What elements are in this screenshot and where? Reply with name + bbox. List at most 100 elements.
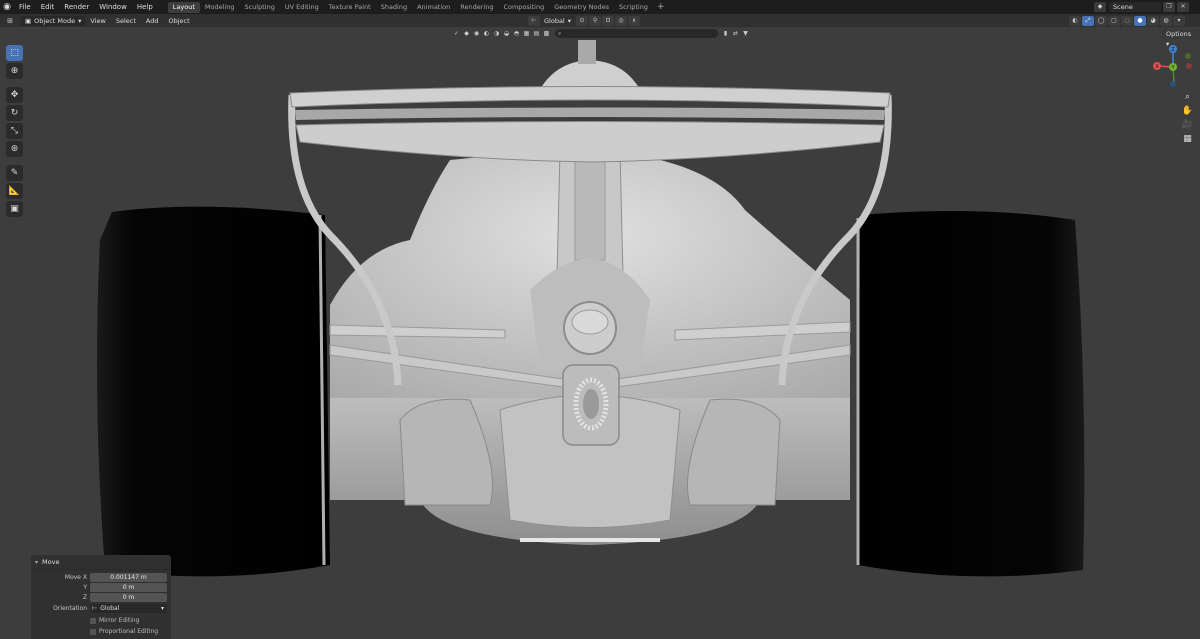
- gizmo-neg-y[interactable]: [1185, 53, 1191, 59]
- menu-file[interactable]: File: [14, 0, 36, 14]
- new-scene-icon[interactable]: ❐: [1163, 2, 1175, 12]
- menu-view[interactable]: View: [85, 17, 110, 25]
- viewport-shading-controls: ◐ ⤢ ◯ ▢ ◌ ● ◕ ◍ ▾: [1068, 15, 1185, 26]
- proportional-editing-checkbox[interactable]: Proportional Editing: [90, 627, 158, 636]
- tab-geometry-nodes[interactable]: Geometry Nodes: [549, 2, 614, 13]
- mode-label: Object Mode: [34, 16, 76, 25]
- navigation-gizmo[interactable]: Z X Y: [1150, 44, 1196, 90]
- tab-compositing[interactable]: Compositing: [498, 2, 549, 13]
- scale-tool[interactable]: ⤡: [6, 123, 23, 139]
- move-tool[interactable]: ✥: [6, 87, 23, 103]
- gizmo-toggle-icon[interactable]: ⤢: [1082, 15, 1094, 26]
- transform-orientation-icon[interactable]: ⊢: [528, 15, 540, 26]
- exhaust-inner: [571, 309, 609, 335]
- menu-edit[interactable]: Edit: [36, 0, 60, 14]
- shading-wireframe-icon[interactable]: ◌: [1121, 15, 1133, 26]
- delete-scene-icon[interactable]: ✕: [1177, 2, 1189, 12]
- light-icon[interactable]: ▤: [532, 29, 541, 38]
- empty-icon[interactable]: ▩: [542, 29, 551, 38]
- tab-animation[interactable]: Animation: [412, 2, 455, 13]
- text-icon[interactable]: ◓: [512, 29, 521, 38]
- top-bar: ◉ File Edit Render Window Help Layout Mo…: [0, 0, 1200, 14]
- surface-icon[interactable]: ◑: [492, 29, 501, 38]
- tab-modeling[interactable]: Modeling: [200, 2, 240, 13]
- gizmo-neg-z[interactable]: [1170, 81, 1176, 87]
- shading-material-icon[interactable]: ◕: [1147, 15, 1159, 26]
- menu-help[interactable]: Help: [132, 0, 158, 14]
- menu-window[interactable]: Window: [94, 0, 132, 14]
- 3d-viewport[interactable]: [0, 27, 1200, 639]
- rotate-tool[interactable]: ↻: [6, 105, 23, 121]
- camera-icon[interactable]: ▦: [522, 29, 531, 38]
- tab-rendering[interactable]: Rendering: [455, 2, 498, 13]
- menu-render[interactable]: Render: [59, 0, 94, 14]
- move-z-field[interactable]: 0 m: [90, 593, 167, 602]
- move-y-label: Y: [83, 584, 87, 591]
- panel-header[interactable]: ▾ Move: [31, 555, 171, 570]
- check-icon[interactable]: ✓: [452, 29, 461, 38]
- last-operator-panel: ▾ Move Move X 0.001147 m Y 0 m Z 0 m Ori…: [31, 555, 171, 639]
- filter-search-input[interactable]: ⌕: [555, 29, 718, 38]
- editor-type-icon[interactable]: ⊞: [3, 15, 17, 26]
- menu-object[interactable]: Object: [163, 17, 194, 25]
- snap-icon[interactable]: ⚲: [589, 15, 602, 26]
- pan-hand-icon[interactable]: ✋: [1181, 104, 1194, 117]
- blender-logo-icon[interactable]: ◉: [0, 0, 14, 14]
- move-z-label: Z: [82, 594, 87, 601]
- add-cube-tool[interactable]: ▣: [6, 201, 23, 217]
- scene-icon[interactable]: ◆: [1094, 2, 1106, 12]
- add-workspace-button[interactable]: +: [653, 2, 669, 12]
- overlay-icon[interactable]: ◯: [1095, 15, 1107, 26]
- cursor-tool[interactable]: ⊕: [6, 63, 23, 79]
- panel-title: Move: [42, 558, 60, 566]
- search-icon: ⌕: [558, 29, 562, 37]
- annotate-tool[interactable]: ✎: [6, 165, 23, 181]
- shading-options-icon[interactable]: ▾: [1173, 15, 1185, 26]
- orientation-icon: ⊢: [92, 605, 98, 612]
- proportional-editing-label: Proportional Editing: [99, 628, 159, 635]
- tab-layout[interactable]: Layout: [167, 1, 200, 13]
- tab-shading[interactable]: Shading: [376, 2, 412, 13]
- tool-shelf: ⬚ ⊕ ✥ ↻ ⤡ ⊛ ✎ 📐 ▣: [6, 45, 23, 219]
- visibility-icon[interactable]: ◐: [1069, 15, 1081, 26]
- tab-sculpting[interactable]: Sculpting: [239, 2, 279, 13]
- tab-scripting[interactable]: Scripting: [614, 2, 653, 13]
- curve-icon[interactable]: ◐: [482, 29, 491, 38]
- xray-icon[interactable]: ▢: [1108, 15, 1120, 26]
- mesh-icon[interactable]: ◉: [472, 29, 481, 38]
- move-x-field[interactable]: 0.001147 m: [90, 573, 167, 582]
- menu-select[interactable]: Select: [111, 17, 141, 25]
- orientation-value: Global: [100, 605, 120, 612]
- object-type-icon[interactable]: ◆: [462, 29, 471, 38]
- checkbox-icon: [90, 628, 96, 635]
- mirror-editing-checkbox[interactable]: Mirror Editing: [90, 616, 139, 625]
- filter-icon[interactable]: ▼: [741, 29, 750, 38]
- bookmark-icon[interactable]: ▮: [721, 29, 730, 38]
- tab-uv-editing[interactable]: UV Editing: [280, 2, 324, 13]
- select-box-tool[interactable]: ⬚: [6, 45, 23, 61]
- grid-view-icon[interactable]: ▦: [1181, 132, 1194, 145]
- orientation-dropdown[interactable]: ⊢ Global ▾: [90, 604, 167, 613]
- proportional-edit-icon[interactable]: ◎: [615, 15, 628, 26]
- mode-dropdown[interactable]: ▣ Object Mode ▾: [21, 15, 86, 26]
- zoom-icon[interactable]: ⌕: [1181, 90, 1194, 103]
- tab-texture-paint[interactable]: Texture Paint: [324, 2, 376, 13]
- options-button[interactable]: Options ▾: [1162, 29, 1200, 48]
- move-x-row: Move X 0.001147 m: [31, 573, 171, 582]
- gizmo-neg-x[interactable]: [1186, 63, 1192, 69]
- transform-tool[interactable]: ⊛: [6, 141, 23, 157]
- pivot-icon[interactable]: ⊙: [576, 15, 589, 26]
- scene-field[interactable]: Scene: [1109, 2, 1161, 12]
- shading-rendered-icon[interactable]: ◍: [1160, 15, 1172, 26]
- shading-solid-icon[interactable]: ●: [1134, 15, 1146, 26]
- snap-target-icon[interactable]: ⊡: [602, 15, 615, 26]
- sync-icon[interactable]: ⇄: [731, 29, 740, 38]
- meta-icon[interactable]: ◒: [502, 29, 511, 38]
- menu-add[interactable]: Add: [141, 17, 164, 25]
- measure-tool[interactable]: 📐: [6, 183, 23, 199]
- orientation-dropdown[interactable]: Global ▾: [540, 15, 576, 26]
- camera-view-icon[interactable]: 🎥: [1181, 118, 1194, 131]
- gizmo-z-label: Z: [1171, 47, 1175, 53]
- falloff-icon[interactable]: ∧: [628, 15, 641, 26]
- move-y-field[interactable]: 0 m: [90, 583, 167, 592]
